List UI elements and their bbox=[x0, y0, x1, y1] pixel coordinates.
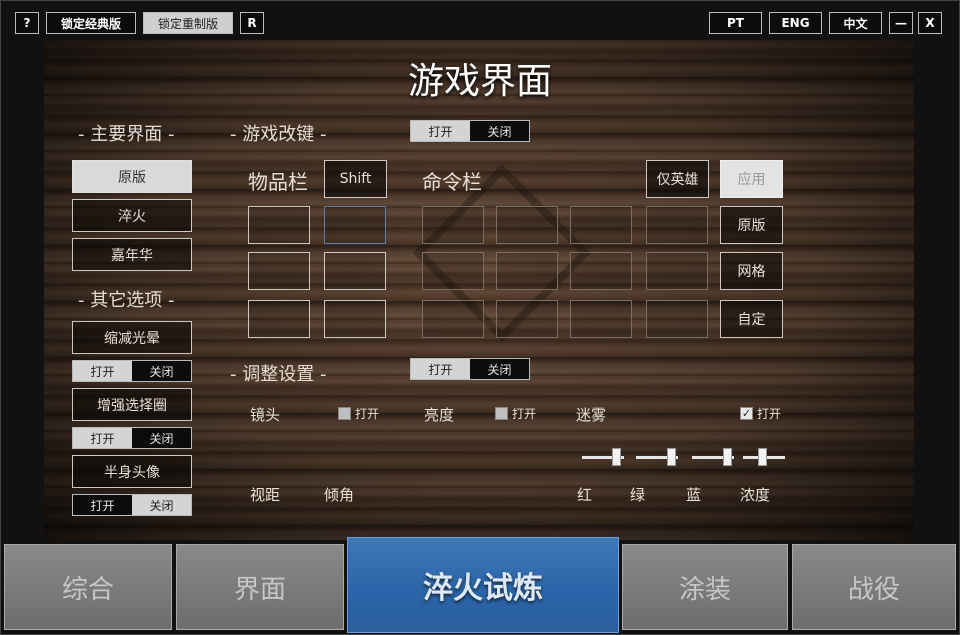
checkbox-label: 打开 bbox=[757, 407, 782, 421]
checkbox-label: 打开 bbox=[512, 407, 537, 421]
slider-thumb[interactable] bbox=[611, 448, 621, 466]
fog-label: 迷雾 bbox=[576, 406, 607, 424]
density-label: 浓度 bbox=[740, 486, 771, 504]
toggle-off[interactable]: 关闭 bbox=[470, 121, 529, 141]
enhance-ring-label: 增强选择圈 bbox=[72, 388, 192, 421]
lang-cn-button[interactable]: 中文 bbox=[829, 12, 882, 34]
density-slider[interactable] bbox=[743, 448, 785, 466]
hero-only-button[interactable]: 仅英雄 bbox=[646, 160, 709, 198]
ui-style-reforged-button[interactable]: 淬火 bbox=[72, 199, 192, 232]
tab-interface[interactable]: 界面 bbox=[176, 544, 344, 630]
reset-button[interactable]: R bbox=[240, 12, 264, 34]
tab-general[interactable]: 综合 bbox=[4, 544, 172, 630]
toggle-on[interactable]: 打开 bbox=[73, 495, 132, 515]
command-slot[interactable] bbox=[646, 300, 708, 338]
brightness-checkbox[interactable]: 打开 bbox=[495, 405, 536, 422]
red-slider[interactable] bbox=[582, 448, 624, 466]
command-slot[interactable] bbox=[570, 206, 632, 244]
inventory-slot[interactable] bbox=[324, 252, 386, 290]
view-distance-label: 视距 bbox=[250, 486, 281, 504]
toggle-on[interactable]: 打开 bbox=[73, 428, 132, 448]
lock-classic-button[interactable]: 锁定经典版 bbox=[46, 12, 136, 34]
half-portrait-toggle[interactable]: 打开 关闭 bbox=[72, 494, 192, 516]
toggle-on[interactable]: 打开 bbox=[411, 359, 470, 379]
ui-style-classic-button[interactable]: 原版 bbox=[72, 160, 192, 193]
inventory-slot[interactable] bbox=[248, 252, 310, 290]
toggle-off[interactable]: 关闭 bbox=[132, 361, 191, 381]
brightness-label: 亮度 bbox=[424, 406, 455, 424]
help-button[interactable]: ? bbox=[15, 12, 39, 34]
inventory-slot[interactable] bbox=[324, 300, 386, 338]
lens-checkbox[interactable]: 打开 bbox=[338, 405, 379, 422]
command-slot[interactable] bbox=[570, 300, 632, 338]
fog-checkbox[interactable]: ✓ 打开 bbox=[740, 405, 781, 422]
toggle-on[interactable]: 打开 bbox=[73, 361, 132, 381]
red-label: 红 bbox=[577, 486, 593, 504]
checkbox-label: 打开 bbox=[355, 407, 380, 421]
lang-eng-button[interactable]: ENG bbox=[769, 12, 822, 34]
inventory-slot[interactable] bbox=[248, 206, 310, 244]
half-portrait-label: 半身头像 bbox=[72, 455, 192, 488]
command-slot[interactable] bbox=[646, 252, 708, 290]
preset-custom-button[interactable]: 自定 bbox=[720, 300, 783, 338]
green-label: 绿 bbox=[630, 486, 646, 504]
inventory-slot[interactable] bbox=[324, 206, 386, 244]
toggle-on[interactable]: 打开 bbox=[411, 121, 470, 141]
checkbox-icon[interactable] bbox=[338, 407, 351, 420]
lens-label: 镜头 bbox=[250, 406, 281, 424]
reduce-glow-toggle[interactable]: 打开 关闭 bbox=[72, 360, 192, 382]
command-slot[interactable] bbox=[570, 252, 632, 290]
shift-button[interactable]: Shift bbox=[324, 160, 387, 198]
tab-reforged-trial[interactable]: 淬火试炼 bbox=[347, 537, 619, 633]
command-slot[interactable] bbox=[422, 252, 484, 290]
slider-thumb[interactable] bbox=[757, 448, 767, 466]
command-slot[interactable] bbox=[496, 252, 558, 290]
tab-skins[interactable]: 涂装 bbox=[622, 544, 788, 630]
tilt-label: 倾角 bbox=[324, 486, 355, 504]
lock-remake-button[interactable]: 锁定重制版 bbox=[143, 12, 233, 34]
command-slot[interactable] bbox=[496, 206, 558, 244]
toggle-off[interactable]: 关闭 bbox=[470, 359, 529, 379]
lang-pt-button[interactable]: PT bbox=[709, 12, 762, 34]
other-options-heading: - 其它选项 - bbox=[78, 290, 175, 311]
command-slot[interactable] bbox=[646, 206, 708, 244]
command-card-label: 命令栏 bbox=[422, 170, 482, 194]
preset-grid-button[interactable]: 网格 bbox=[720, 252, 783, 290]
toggle-off[interactable]: 关闭 bbox=[132, 428, 191, 448]
slider-thumb[interactable] bbox=[723, 448, 733, 466]
main-ui-heading: - 主要界面 - bbox=[78, 124, 175, 145]
command-slot[interactable] bbox=[422, 206, 484, 244]
reduce-glow-label: 缩减光晕 bbox=[72, 321, 192, 354]
ui-style-carnival-button[interactable]: 嘉年华 bbox=[72, 238, 192, 271]
close-button[interactable]: X bbox=[918, 12, 942, 34]
green-slider[interactable] bbox=[636, 448, 678, 466]
blue-slider[interactable] bbox=[692, 448, 734, 466]
adjust-toggle[interactable]: 打开 关闭 bbox=[410, 358, 530, 380]
tab-campaign[interactable]: 战役 bbox=[792, 544, 956, 630]
preset-default-button[interactable]: 原版 bbox=[720, 206, 783, 244]
checkbox-icon[interactable] bbox=[495, 407, 508, 420]
apply-button[interactable]: 应用 bbox=[720, 160, 783, 198]
remap-toggle[interactable]: 打开 关闭 bbox=[410, 120, 530, 142]
check-icon[interactable]: ✓ bbox=[740, 407, 753, 420]
inventory-slot[interactable] bbox=[248, 300, 310, 338]
page-title: 游戏界面 bbox=[407, 61, 552, 102]
command-slot[interactable] bbox=[496, 300, 558, 338]
adjust-heading: - 调整设置 - bbox=[230, 364, 327, 385]
command-slot[interactable] bbox=[422, 300, 484, 338]
enhance-ring-toggle[interactable]: 打开 关闭 bbox=[72, 427, 192, 449]
slider-thumb[interactable] bbox=[667, 448, 677, 466]
remap-heading: - 游戏改键 - bbox=[230, 124, 327, 145]
toggle-off[interactable]: 关闭 bbox=[132, 495, 191, 515]
blue-label: 蓝 bbox=[686, 486, 702, 504]
inventory-label: 物品栏 bbox=[248, 170, 308, 194]
minimize-button[interactable]: — bbox=[889, 12, 913, 34]
